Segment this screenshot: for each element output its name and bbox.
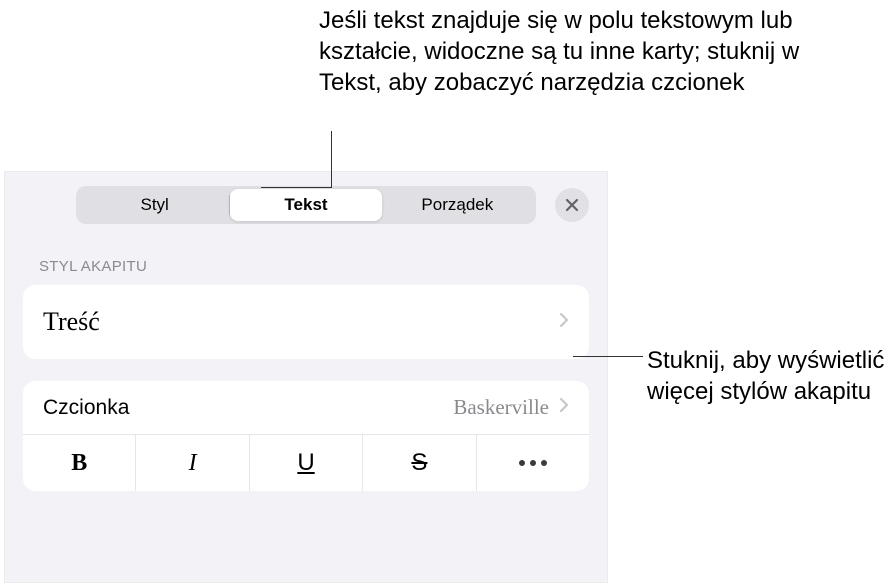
close-button[interactable] (555, 188, 589, 222)
callout-leader-line (331, 131, 332, 188)
font-label: Czcionka (43, 396, 129, 420)
close-icon (565, 198, 579, 212)
tab-arrange[interactable]: Porządek (382, 189, 533, 221)
format-panel: Styl Tekst Porządek STYL AKAPITU Treść C… (5, 172, 607, 582)
text-format-row: B I U S (23, 435, 589, 491)
underline-icon: U (297, 449, 314, 477)
italic-button[interactable]: I (136, 435, 249, 491)
callout-text-top: Jeśli tekst znajduje się w polu tekstowy… (319, 5, 809, 99)
font-value-wrap: Baskerville (453, 395, 569, 420)
callout-leader-line (573, 356, 643, 357)
strikethrough-button[interactable]: S (363, 435, 476, 491)
more-options-button[interactable] (477, 435, 589, 491)
tab-segmented-control: Styl Tekst Porządek (76, 186, 536, 224)
font-value: Baskerville (453, 395, 549, 420)
tab-text[interactable]: Tekst (230, 189, 381, 221)
paragraph-style-header: STYL AKAPITU (5, 236, 607, 285)
callout-text-right: Stuknij, aby wyświetlić więcej stylów ak… (647, 345, 887, 407)
bold-icon: B (71, 450, 87, 477)
more-icon (519, 460, 547, 466)
chevron-right-icon (559, 397, 569, 418)
chevron-right-icon (559, 312, 569, 333)
underline-button[interactable]: U (250, 435, 363, 491)
italic-icon: I (189, 450, 197, 477)
tab-style[interactable]: Styl (79, 189, 230, 221)
paragraph-style-value: Treść (43, 307, 100, 337)
paragraph-style-row[interactable]: Treść (23, 285, 589, 359)
panel-header: Styl Tekst Porządek (5, 172, 607, 236)
font-row[interactable]: Czcionka Baskerville (23, 381, 589, 435)
bold-button[interactable]: B (23, 435, 136, 491)
font-card: Czcionka Baskerville B I U S (23, 381, 589, 491)
strikethrough-icon: S (411, 449, 427, 477)
